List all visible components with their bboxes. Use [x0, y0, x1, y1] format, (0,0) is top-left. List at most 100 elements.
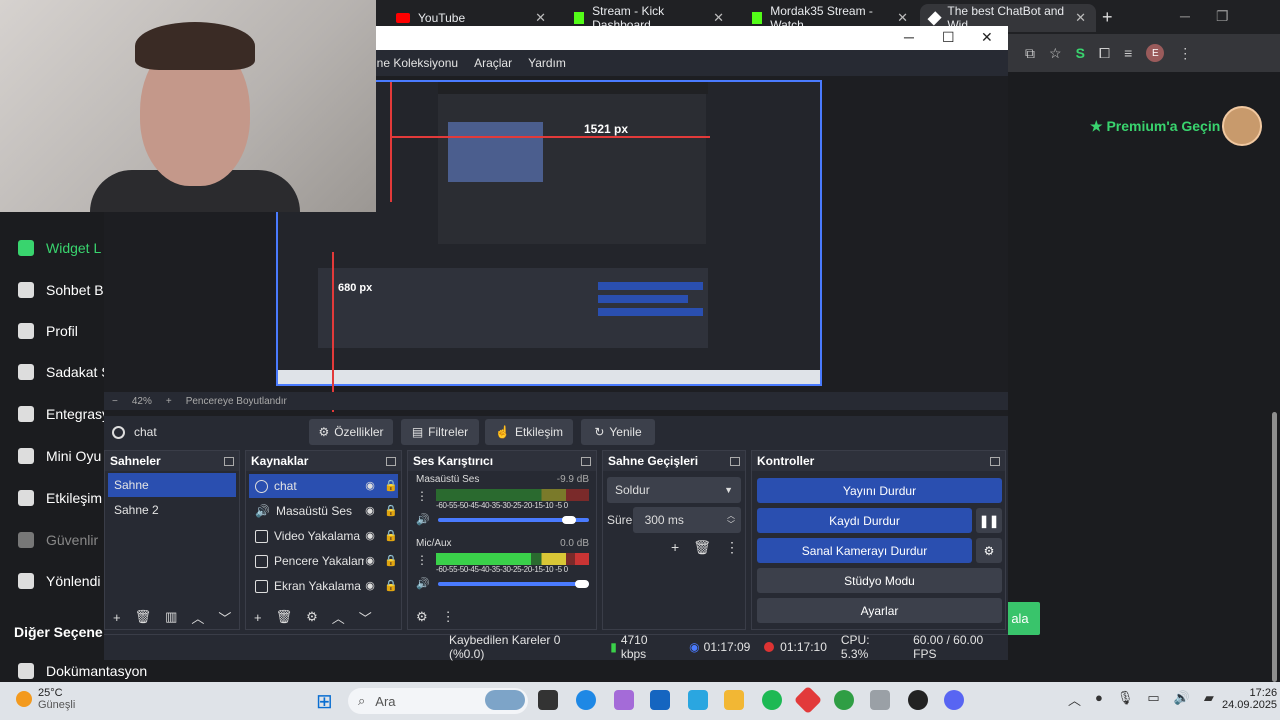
lock-icon[interactable]: 🔒 — [384, 555, 398, 567]
source-item[interactable]: 🔊 Masaüstü Ses ◉ 🔒 — [249, 499, 398, 523]
speaker-icon[interactable]: 🔊 — [416, 577, 430, 590]
virtual-camera-settings-button[interactable]: ⚙ — [976, 538, 1002, 563]
sidebar-item-integrations[interactable]: Entegrasy — [18, 403, 109, 425]
zoom-in-icon[interactable]: + — [166, 396, 172, 407]
trash-icon[interactable]: 🗑 — [276, 609, 293, 625]
trash-icon[interactable]: 🗑 — [135, 609, 152, 625]
filter-icon[interactable]: ▥ — [165, 609, 177, 625]
mixer-settings-icon[interactable]: ⚙ — [416, 609, 428, 625]
source-item[interactable]: Pencere Yakalam ◉ 🔒 — [249, 549, 398, 573]
sidebar-item-minigames[interactable]: Mini Oyu — [18, 445, 101, 467]
add-icon[interactable]: + — [113, 610, 121, 625]
minimize-icon[interactable]: ─ — [904, 29, 914, 45]
speaker-icon[interactable]: 🔊 — [416, 513, 430, 526]
trash-icon[interactable]: 🗑 — [693, 539, 711, 556]
volume-icon[interactable]: 🔊 — [1174, 690, 1190, 709]
pause-recording-button[interactable]: ❚❚ — [976, 508, 1002, 533]
volume-slider[interactable] — [437, 579, 589, 588]
extension-s-icon[interactable]: S — [1076, 45, 1085, 61]
lock-icon[interactable]: 🔒 — [384, 480, 398, 492]
slider-knob[interactable] — [561, 515, 576, 524]
source-item[interactable]: chat ◉ 🔒 — [249, 474, 398, 498]
popout-icon[interactable] — [990, 456, 1000, 466]
sidebar-item-chatbot[interactable]: Sohbet B — [18, 279, 104, 301]
more-icon[interactable]: ⋮ — [416, 489, 428, 510]
lock-icon[interactable]: 🔒 — [384, 530, 398, 542]
eye-icon[interactable]: ◉ — [364, 480, 376, 492]
close-icon[interactable]: ✕ — [981, 29, 993, 46]
sidebar-item-redirect[interactable]: Yönlendi — [18, 570, 101, 592]
volume-slider[interactable] — [437, 515, 589, 524]
popout-icon[interactable] — [581, 456, 591, 466]
transition-select[interactable]: Soldur ▼ — [607, 477, 741, 503]
scene-item[interactable]: Sahne — [108, 473, 236, 497]
close-icon[interactable]: ✕ — [897, 10, 908, 26]
menu-tools[interactable]: Araçlar — [474, 56, 512, 70]
lock-icon[interactable]: 🔒 — [384, 505, 398, 517]
weather-widget[interactable]: 25°C Güneşli — [16, 687, 75, 711]
eye-icon[interactable]: ◉ — [364, 580, 376, 592]
up-icon[interactable]: ︿ — [332, 608, 345, 627]
slider-knob[interactable] — [575, 579, 589, 588]
discord-icon[interactable] — [944, 690, 964, 710]
task-view-icon[interactable] — [538, 690, 558, 710]
page-scrollbar[interactable] — [1272, 412, 1277, 682]
tray-app-icon[interactable]: ● — [1095, 690, 1103, 709]
edge-icon[interactable] — [576, 690, 596, 710]
new-tab-button[interactable]: + — [1102, 7, 1113, 28]
folder-icon[interactable] — [724, 690, 744, 710]
filters-button[interactable]: ▤ Filtreler — [401, 419, 479, 445]
zoom-out-icon[interactable]: − — [112, 396, 118, 407]
sidebar-item-docs[interactable]: Dokümantasyon — [18, 660, 147, 682]
down-icon[interactable]: ﹀ — [218, 608, 231, 627]
microphone-icon[interactable]: 🎙 — [1117, 690, 1134, 709]
source-item[interactable]: Video Yakalama ◉ 🔒 — [249, 524, 398, 548]
eye-icon[interactable]: ◉ — [364, 505, 376, 517]
media-icon[interactable]: ≡ — [1124, 45, 1132, 61]
stop-recording-button[interactable]: Kaydı Durdur — [757, 508, 972, 533]
eye-icon[interactable]: ◉ — [364, 530, 376, 542]
interact-button[interactable]: ☝ Etkileşim — [485, 419, 573, 445]
close-icon[interactable]: ✕ — [535, 10, 546, 26]
chrome-icon[interactable] — [834, 690, 854, 710]
properties-button[interactable]: ⚙ Özellikler — [309, 419, 393, 445]
menu-help[interactable]: Yardım — [528, 56, 566, 70]
popout-icon[interactable] — [224, 456, 234, 466]
close-icon[interactable]: ✕ — [1075, 10, 1086, 26]
sidebar-item-interaction[interactable]: Etkileşim — [18, 487, 102, 509]
down-icon[interactable]: ﹀ — [359, 608, 372, 627]
profile-avatar[interactable]: E — [1146, 44, 1165, 62]
windows-start-icon[interactable]: ⊞ — [316, 689, 333, 714]
sidebar-item-profile[interactable]: Profil — [18, 320, 78, 342]
taskbar-clock[interactable]: 17:26 24.09.2025 — [1222, 687, 1277, 711]
eye-icon[interactable]: ◉ — [364, 555, 376, 567]
stop-streaming-button[interactable]: Yayını Durdur — [757, 478, 1002, 503]
popout-icon[interactable] — [386, 456, 396, 466]
menu-icon[interactable]: ⋮ — [1178, 45, 1192, 62]
settings-button[interactable]: Ayarlar — [757, 598, 1002, 623]
translate-icon[interactable]: ⧉ — [1025, 45, 1035, 62]
source-item[interactable]: Ekran Yakalama ◉ 🔒 — [249, 574, 398, 598]
store-icon[interactable] — [650, 690, 670, 710]
up-icon[interactable]: ︿ — [191, 608, 204, 627]
duration-stepper[interactable]: 300 ms ︿ ﹀ — [632, 507, 741, 533]
sidebar-item-security[interactable]: Güvenlir — [18, 529, 98, 551]
avatar[interactable] — [1222, 106, 1262, 146]
scene-item[interactable]: Sahne 2 — [108, 498, 236, 522]
gear-icon[interactable]: ⚙ — [306, 609, 318, 625]
copilot-icon[interactable] — [614, 690, 634, 710]
maximize-icon[interactable]: ☐ — [942, 29, 955, 46]
star-icon[interactable]: ☆ — [1049, 45, 1062, 62]
studio-mode-button[interactable]: Stüdyo Modu — [757, 568, 1002, 593]
obs-icon[interactable] — [908, 690, 928, 710]
popout-icon[interactable] — [730, 456, 740, 466]
minimize-icon[interactable]: ─ — [1180, 8, 1190, 24]
app-icon[interactable] — [688, 690, 708, 710]
add-icon[interactable]: + — [254, 610, 262, 625]
sidebar-item-loyalty[interactable]: Sadakat S — [18, 361, 111, 383]
battery-icon[interactable]: ▰ — [1204, 690, 1214, 709]
puzzle-icon[interactable]: ⧠ — [1099, 45, 1110, 62]
more-icon[interactable]: ⋮ — [416, 553, 428, 574]
premium-link[interactable]: ★ Premium'a Geçin — [1090, 118, 1220, 135]
stop-virtual-camera-button[interactable]: Sanal Kamerayı Durdur — [757, 538, 972, 563]
